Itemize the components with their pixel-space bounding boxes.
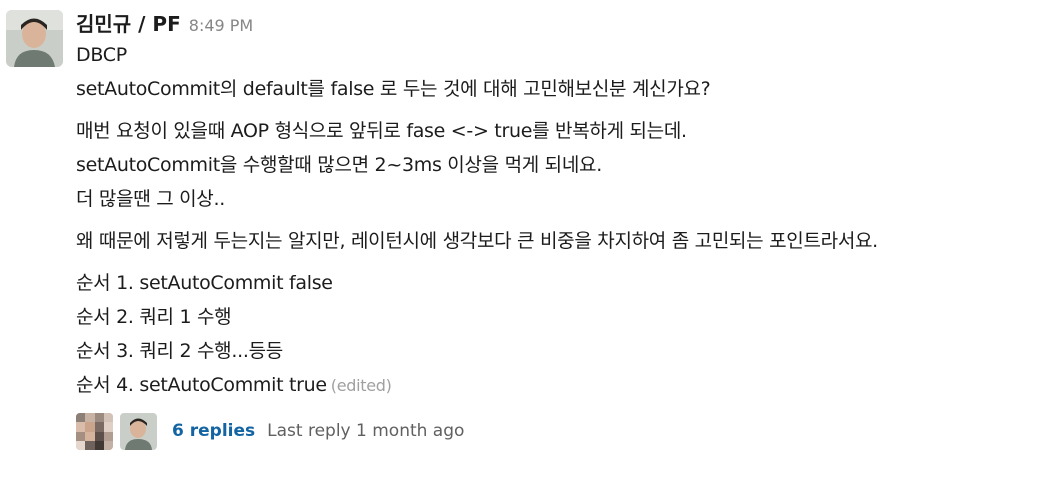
message-line: setAutoCommit을 수행할때 많으면 2~3ms 이상을 먹게 되네요… [76, 154, 602, 176]
message-line: DBCP [76, 44, 127, 66]
sender-avatar[interactable] [6, 10, 63, 67]
message-line: 순서 2. 쿼리 1 수행 [76, 306, 232, 328]
message-line: 매번 요청이 있을때 AOP 형식으로 앞뒤로 fase <-> true를 반… [76, 120, 687, 142]
message-body: DBCP setAutoCommit의 default를 false 로 두는 … [76, 38, 1036, 403]
reply-avatar-blurred[interactable] [76, 412, 113, 450]
message: 김민규 / PF 8:49 PM DBCP setAutoCommit의 def… [0, 0, 1044, 484]
message-content: 김민규 / PF 8:49 PM DBCP setAutoCommit의 def… [76, 8, 1036, 451]
message-line-last: 순서 4. setAutoCommit true (edited) [76, 368, 1036, 403]
message-line: 왜 때문에 저렇게 두는지는 알지만, 레이턴시에 생각보다 큰 비중을 차지하… [76, 230, 878, 252]
reply-avatar[interactable] [120, 412, 157, 450]
last-reply-text: Last reply 1 month ago [267, 421, 465, 441]
reply-count-link[interactable]: 6 replies [172, 421, 255, 441]
sender-name[interactable]: 김민규 / PF [76, 8, 181, 37]
message-line: 순서 3. 쿼리 2 수행...등등 [76, 340, 283, 362]
message-timestamp[interactable]: 8:49 PM [189, 16, 253, 35]
message-line: 더 많을땐 그 이상.. [76, 188, 225, 210]
thread-replies-bar[interactable]: 6 replies Last reply 1 month ago [76, 411, 1036, 451]
message-header: 김민규 / PF 8:49 PM [76, 8, 1036, 38]
message-line: setAutoCommit의 default를 false 로 두는 것에 대해… [76, 78, 711, 100]
message-line: 순서 1. setAutoCommit false [76, 272, 333, 294]
message-line-text: 순서 4. setAutoCommit true [76, 374, 327, 396]
edited-label: (edited) [330, 376, 392, 395]
